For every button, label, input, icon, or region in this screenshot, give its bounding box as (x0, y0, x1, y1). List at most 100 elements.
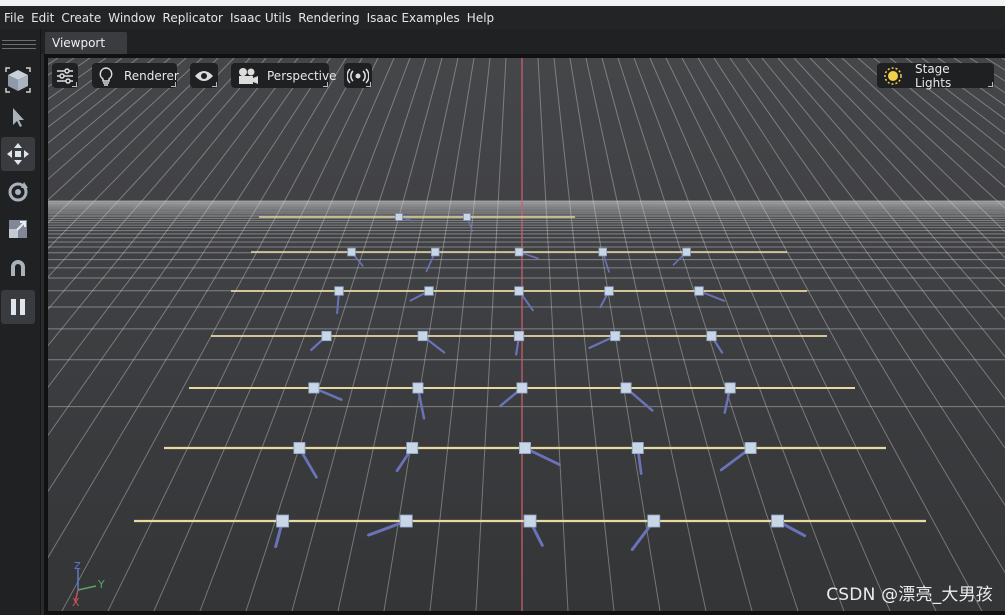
viewport-canvas[interactable]: Renderer Perspective Stage Lights Z Y X … (48, 58, 1005, 611)
menu-item-replicator[interactable]: Replicator (163, 11, 223, 25)
visibility-button[interactable] (190, 63, 218, 88)
tab-bar: Viewport (41, 29, 1005, 54)
robot-cart (406, 441, 419, 454)
robot-cart (514, 247, 524, 257)
grid-line (921, 58, 1005, 120)
grid-line (153, 58, 395, 611)
grid-line (649, 58, 891, 611)
grid-line (48, 58, 91, 88)
robot-cart (347, 247, 356, 257)
pause-icon (11, 299, 25, 315)
robot-cart (513, 330, 525, 342)
robot-cart (424, 286, 434, 296)
robot-cart (744, 441, 757, 454)
viewport-settings-button[interactable] (52, 63, 78, 88)
robot-cart (631, 441, 644, 454)
rotate-icon (8, 182, 28, 202)
snap-button[interactable] (1, 251, 35, 285)
grid-line (245, 58, 427, 611)
robot-cart (321, 330, 332, 342)
grid-line (48, 58, 235, 250)
grid-line (633, 58, 845, 611)
menu-item-create[interactable]: Create (61, 11, 101, 25)
axis-gizmo: Z Y X (66, 561, 116, 609)
menu-item-file[interactable]: File (4, 11, 24, 25)
robot-cart (412, 382, 424, 394)
watermark: CSDN @漂亮_大男孩 (826, 585, 993, 605)
grid-line (937, 58, 1005, 107)
grid-line (809, 58, 1005, 259)
grid-line (48, 58, 187, 180)
robot-cart (518, 441, 531, 454)
camera-icon (239, 67, 258, 84)
rotate-button[interactable] (1, 175, 35, 209)
robot-cart (430, 247, 440, 257)
robot-cart (399, 514, 413, 528)
menu-item-isaac-utils[interactable]: Isaac Utils (230, 11, 291, 25)
stage-lights-button[interactable]: Stage Lights (877, 61, 994, 90)
robot-cart (610, 330, 621, 342)
audio-button[interactable] (344, 63, 372, 88)
axis-label-y: Y (98, 578, 105, 591)
robot-cart (417, 330, 428, 342)
grid-line (61, 58, 363, 611)
select-arrow-icon (13, 108, 24, 127)
axis-label-z: Z (74, 561, 81, 572)
move-icon (7, 143, 29, 165)
lightbulb-icon (99, 66, 113, 86)
camera-label: Perspective (267, 68, 337, 83)
axis-label-x: X (72, 596, 80, 609)
grid-line (953, 58, 1005, 94)
grid-line (48, 58, 267, 310)
snap-magnet-icon (11, 260, 25, 276)
grid-line (985, 58, 1005, 71)
grid-line (761, 58, 1005, 358)
robot-cart (706, 330, 717, 342)
renderer-label: Renderer (124, 68, 179, 83)
grid-line (601, 58, 753, 611)
menu-item-window[interactable]: Window (108, 11, 155, 25)
select-button[interactable] (1, 100, 35, 134)
grid-line (841, 58, 1005, 209)
scale-button[interactable] (1, 212, 35, 246)
robot-cart (334, 286, 344, 296)
camera-button[interactable]: Perspective (231, 63, 337, 88)
tab-viewport[interactable]: Viewport (45, 32, 127, 54)
menu-item-rendering[interactable]: Rendering (298, 11, 359, 25)
grid-line (107, 58, 379, 611)
sun-icon (884, 66, 902, 85)
move-button[interactable] (1, 137, 35, 171)
stage-lights-label: Stage Lights (915, 61, 952, 90)
robot-cart (771, 514, 785, 528)
toolbar-grip[interactable] (2, 40, 36, 50)
grid-line (48, 58, 155, 144)
left-toolbar (0, 29, 41, 615)
robot-cart (395, 213, 403, 221)
renderer-button[interactable]: Renderer (92, 63, 179, 88)
pause-button[interactable] (1, 290, 35, 324)
eye-icon (195, 70, 213, 81)
select-mode-icon (5, 67, 31, 93)
grid-line (48, 58, 75, 76)
scene-render (48, 58, 1005, 611)
robot-cart (523, 514, 537, 528)
menu-item-help[interactable]: Help (467, 11, 494, 25)
menu-item-isaac-examples[interactable]: Isaac Examples (367, 11, 460, 25)
grid-line (48, 58, 171, 161)
grid-line (48, 58, 347, 559)
robot-cart (620, 382, 632, 394)
grid-line (713, 58, 1005, 506)
robot-cart (516, 382, 528, 394)
robot-cart (276, 514, 290, 528)
robot-cart (463, 213, 471, 221)
robot-cart (682, 247, 691, 257)
menu-item-edit[interactable]: Edit (31, 11, 54, 25)
grid-line (48, 58, 283, 347)
grid-line (889, 58, 1005, 151)
robot-cart (514, 286, 524, 296)
grid-line (745, 58, 1005, 400)
grid-line (48, 58, 219, 224)
grid-line (48, 58, 139, 128)
select-mode-button[interactable] (1, 63, 35, 97)
grid-line (48, 58, 331, 493)
